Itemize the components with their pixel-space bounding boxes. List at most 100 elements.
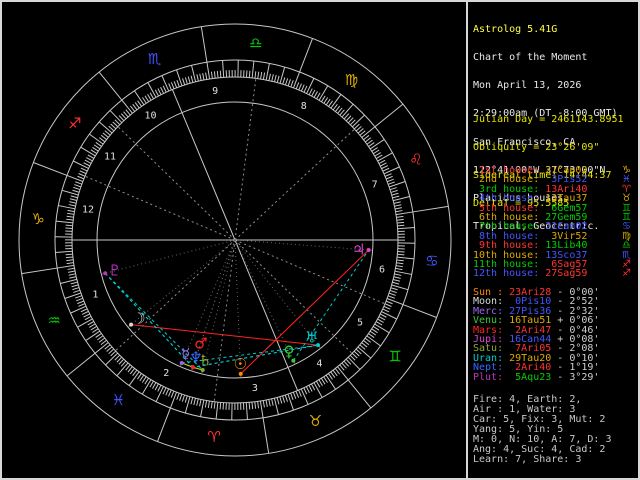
degree-tick — [149, 380, 154, 388]
degree-tick — [394, 270, 412, 275]
degree-tick — [196, 74, 199, 82]
degree-tick — [387, 295, 395, 299]
degree-tick — [168, 389, 172, 397]
house-label: 12th house: — [473, 268, 546, 280]
house-cusp-line — [171, 89, 236, 241]
degree-tick — [248, 70, 251, 78]
sign-glyph-pisces: ♓ — [112, 391, 125, 409]
degree-tick — [73, 289, 81, 293]
degree-tick — [325, 98, 331, 106]
degree-tick — [395, 265, 403, 268]
sign-boundary-line — [262, 417, 270, 454]
degree-tick — [170, 82, 175, 90]
degree-tick — [75, 181, 83, 185]
planet-value: 5Aqu23 — [509, 371, 552, 383]
degree-tick — [395, 210, 403, 213]
degree-tick — [204, 400, 208, 408]
degree-tick — [139, 374, 145, 382]
degree-tick — [184, 395, 188, 403]
degree-tick — [295, 390, 300, 398]
degree-tick — [58, 205, 76, 210]
degree-tick — [157, 384, 162, 392]
degree-tick — [298, 83, 302, 91]
degree-tick — [75, 295, 82, 299]
house-cusp-list: 1st house: 21Cap02 ♑ 2nd house: 3Pis52 ♓ 3… — [473, 165, 636, 280]
degree-tick — [257, 71, 260, 79]
degree-tick — [394, 207, 402, 210]
degree-tick — [332, 369, 338, 377]
degree-tick — [98, 137, 106, 143]
degree-tick — [257, 401, 260, 409]
degree-tick — [190, 75, 194, 83]
degree-tick — [308, 385, 313, 392]
degree-tick — [265, 399, 268, 407]
planet-dot-mars — [191, 365, 196, 370]
degree-tick — [303, 387, 308, 395]
planet-glyph-saturn: ♄ — [198, 351, 211, 369]
degree-tick — [90, 149, 98, 154]
degree-tick — [383, 305, 391, 310]
planet-glyph-mercury: ☿ — [181, 345, 190, 363]
sign-boundary-line — [21, 267, 58, 275]
degree-tick — [300, 388, 309, 405]
degree-tick — [388, 181, 395, 185]
degree-tick — [222, 60, 225, 78]
degree-tick — [276, 397, 280, 405]
sign-glyph-aquarius: ♒ — [47, 311, 60, 329]
degree-tick — [384, 303, 392, 307]
degree-tick — [381, 311, 397, 320]
degree-tick — [397, 221, 405, 224]
degree-tick — [69, 276, 77, 279]
sign-boundary-line — [374, 103, 404, 128]
sign-glyph-sagittarius: ♐ — [68, 115, 81, 133]
degree-tick — [397, 256, 415, 260]
degree-tick — [83, 313, 90, 318]
degree-tick — [144, 377, 149, 385]
degree-tick — [373, 149, 380, 155]
degree-tick — [259, 400, 264, 418]
degree-tick — [70, 281, 78, 285]
degree-tick — [390, 287, 398, 291]
sign-glyph-leo: ♌ — [409, 151, 422, 169]
degree-tick — [144, 95, 150, 102]
degree-tick — [57, 264, 75, 269]
degree-tick — [97, 335, 104, 341]
degree-tick — [154, 383, 159, 391]
degree-tick — [100, 134, 107, 140]
degree-tick — [318, 379, 323, 387]
degree-tick — [393, 276, 401, 279]
degree-tick — [169, 391, 177, 409]
degree-tick — [88, 323, 96, 328]
degree-tick — [394, 273, 402, 276]
degree-tick — [84, 316, 92, 321]
degree-tick — [66, 262, 74, 265]
degree-tick — [361, 342, 368, 348]
degree-tick — [271, 398, 274, 406]
sign-boundary-line — [347, 379, 372, 409]
degree-tick — [287, 393, 294, 411]
degree-tick — [87, 320, 95, 326]
degree-tick — [74, 184, 82, 188]
aspect-line-square — [240, 249, 369, 375]
degree-tick — [382, 308, 390, 313]
astrolog-screen: ♈ ♉ ♊ ♋ ♌ ♍ ♎ ♏ ♐ ♑ ♒ ♓ 1 2 3 4 5 6 7 8 9 10 11 12 ♆ ♂ ♄ ☉ ♀ ♅ ♃ ♇ ☽ ☿ As… — [0, 0, 640, 480]
degree-tick — [65, 256, 73, 259]
degree-tick — [193, 398, 196, 406]
house-number: 11 — [104, 152, 116, 163]
degree-tick — [72, 189, 80, 193]
degree-tick — [306, 78, 315, 94]
degree-tick — [213, 71, 216, 79]
sign-glyph-virgo: ♍ — [345, 71, 358, 89]
degree-tick — [332, 103, 338, 111]
degree-tick — [392, 281, 400, 285]
degree-tick — [155, 386, 164, 402]
degree-tick — [137, 100, 142, 107]
degree-tick — [65, 253, 73, 256]
degree-tick — [383, 166, 400, 175]
sign-glyph-gemini: ♊ — [388, 347, 401, 365]
degree-tick — [282, 395, 286, 403]
degree-tick — [323, 376, 328, 383]
degree-tick — [72, 287, 80, 291]
degree-tick — [86, 157, 93, 162]
degree-tick — [78, 173, 86, 177]
